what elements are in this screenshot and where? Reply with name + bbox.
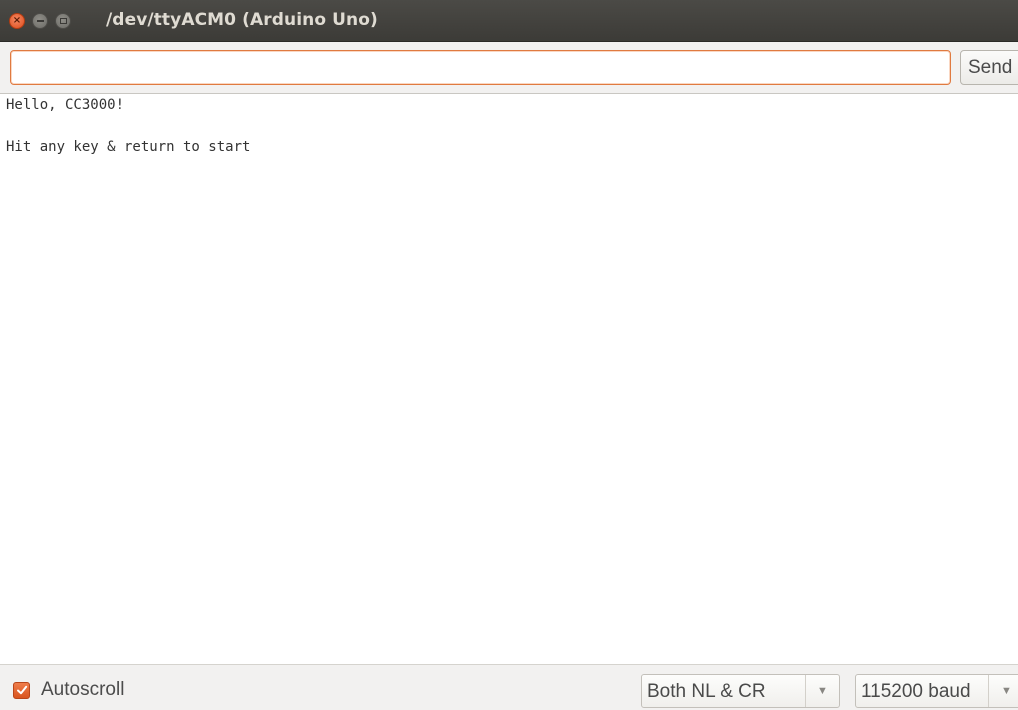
autoscroll-checkbox[interactable] [13, 681, 30, 699]
maximize-icon [59, 18, 67, 24]
status-bar: Autoscroll Both NL & CR ▼ 115200 baud ▼ [0, 664, 1018, 710]
chevron-down-icon: ▼ [988, 675, 1018, 707]
window-title: /dev/ttyACM0 (Arduino Uno) [106, 10, 378, 30]
maximize-window-button[interactable] [55, 13, 71, 29]
minimize-icon [36, 20, 44, 22]
line-ending-select[interactable]: Both NL & CR ▼ [641, 674, 840, 708]
send-toolbar: Send [0, 42, 1018, 94]
serial-output-area[interactable]: Hello, CC3000! Hit any key & return to s… [0, 94, 1018, 664]
line-ending-value: Both NL & CR [647, 681, 766, 702]
baud-rate-select[interactable]: 115200 baud ▼ [855, 674, 1018, 708]
close-icon: × [12, 15, 22, 26]
chevron-down-icon: ▼ [805, 675, 839, 707]
checkmark-icon [16, 685, 27, 695]
window-titlebar: × /dev/ttyACM0 (Arduino Uno) [0, 0, 1018, 42]
autoscroll-label: Autoscroll [41, 679, 125, 700]
autoscroll-toggle[interactable]: Autoscroll [13, 679, 124, 701]
serial-send-input[interactable] [10, 50, 951, 85]
minimize-window-button[interactable] [32, 13, 48, 29]
output-line: Hit any key & return to start [6, 139, 251, 155]
close-window-button[interactable]: × [9, 13, 25, 29]
send-button[interactable]: Send [960, 50, 1018, 85]
baud-rate-value: 115200 baud [861, 681, 971, 702]
output-line: Hello, CC3000! [6, 97, 125, 113]
